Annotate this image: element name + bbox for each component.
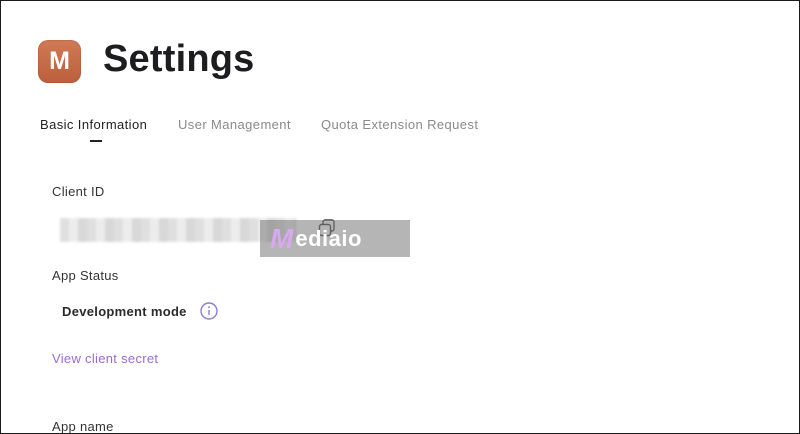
view-client-secret-link[interactable]: View client secret — [52, 351, 158, 366]
app-logo: M — [38, 40, 81, 83]
app-status-label: App Status — [52, 268, 119, 283]
active-tab-indicator — [90, 140, 102, 142]
app-name-label: App name — [52, 419, 114, 434]
tab-quota-extension-request[interactable]: Quota Extension Request — [321, 117, 478, 132]
watermark-text: ediaio — [295, 225, 362, 251]
watermark: M ediaio — [260, 220, 410, 257]
client-id-label: Client ID — [52, 184, 105, 199]
tab-user-management[interactable]: User Management — [178, 117, 291, 132]
page-title: Settings — [103, 38, 255, 80]
app-logo-letter: M — [49, 47, 70, 75]
info-icon[interactable] — [200, 302, 218, 320]
watermark-initial: M — [270, 222, 294, 254]
tab-basic-information[interactable]: Basic Information — [40, 117, 147, 132]
app-status-value: Development mode — [62, 304, 187, 319]
